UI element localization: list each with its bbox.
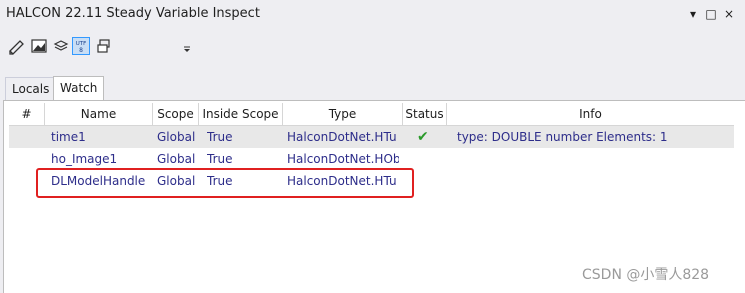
watermark: CSDN @小雪人828	[582, 267, 710, 283]
row-scope: Global	[157, 174, 196, 188]
col-header-info[interactable]: Info	[447, 103, 734, 125]
status-check-icon: ✔	[417, 129, 429, 145]
table-row[interactable]: time1 Global True HalconDotNet.HTu ✔ typ…	[9, 126, 734, 148]
pencil-ruler-icon[interactable]	[8, 37, 26, 55]
table-row[interactable]: ho_Image1 Global True HalconDotNet.HOb	[9, 148, 734, 170]
col-header-status[interactable]: Status	[403, 103, 447, 125]
row-name: ho_Image1	[51, 152, 118, 166]
row-type: HalconDotNet.HTu	[287, 130, 397, 144]
toolbar: UTF 8	[0, 30, 745, 60]
pin-dropdown-icon[interactable]: ▾	[686, 6, 700, 22]
tab-locals[interactable]: Locals	[5, 77, 57, 100]
tab-watch[interactable]: Watch	[53, 76, 105, 100]
row-inside-scope: True	[207, 174, 233, 188]
tab-strip: Locals Watch	[0, 60, 745, 100]
row-type: HalconDotNet.HTu	[287, 174, 397, 188]
row-type: HalconDotNet.HOb	[287, 152, 399, 166]
col-header-name[interactable]: Name	[45, 103, 153, 125]
row-inside-scope: True	[207, 130, 233, 144]
row-info: type: DOUBLE number Elements: 1	[457, 130, 668, 144]
svg-text:8: 8	[79, 47, 83, 54]
row-name: time1	[51, 130, 86, 144]
window-title: HALCON 22.11 Steady Variable Inspect	[6, 6, 260, 21]
col-header-type[interactable]: Type	[283, 103, 403, 125]
title-bar: HALCON 22.11 Steady Variable Inspect ▾ □…	[0, 0, 745, 30]
close-icon[interactable]: ×	[722, 6, 736, 22]
utf8-icon[interactable]: UTF 8	[72, 37, 90, 55]
layers-icon[interactable]	[52, 37, 70, 55]
window-icon[interactable]	[96, 37, 114, 55]
col-header-scope[interactable]: Scope	[153, 103, 199, 125]
col-header-number[interactable]: #	[9, 103, 45, 125]
maximize-icon[interactable]: □	[704, 6, 718, 22]
row-inside-scope: True	[207, 152, 233, 166]
row-scope: Global	[157, 130, 196, 144]
row-name: DLModelHandle	[51, 174, 146, 188]
table-row[interactable]: DLModelHandle Global True HalconDotNet.H…	[9, 170, 734, 192]
image-icon[interactable]	[30, 37, 48, 55]
col-header-inside-scope[interactable]: Inside Scope	[199, 103, 283, 125]
row-scope: Global	[157, 152, 196, 166]
